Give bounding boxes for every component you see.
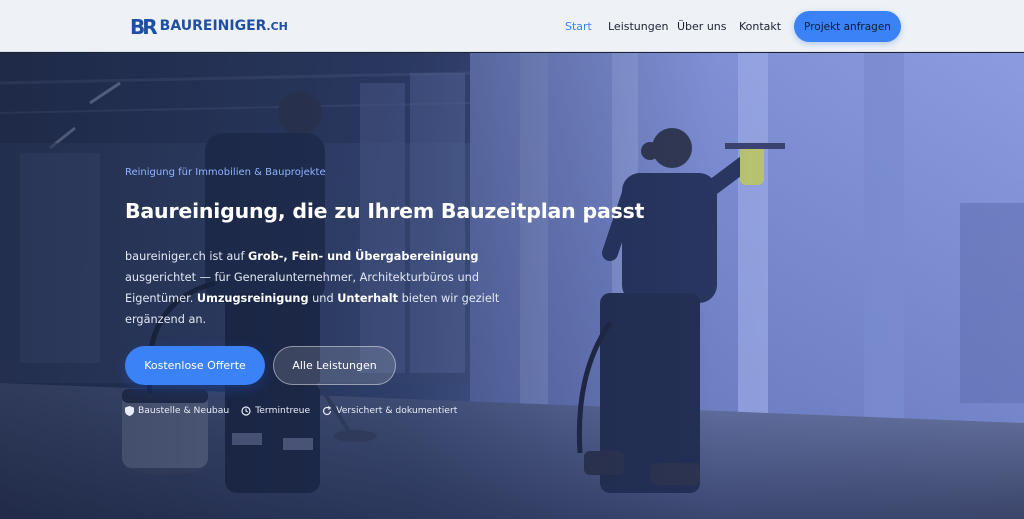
badge-insured: Versichert & dokumentiert (322, 405, 457, 416)
shield-icon (125, 405, 134, 416)
site-header: BR BAUREINIGER.CH Start Leistungen Über … (0, 0, 1024, 52)
lead-text-1: baureiniger.ch ist auf (125, 250, 249, 263)
project-request-button[interactable]: Projekt anfragen (794, 11, 901, 42)
lead-highlight-maintenance: Unterhalt (337, 292, 399, 305)
lead-highlight-move-cleaning: Umzugsreinigung (196, 292, 309, 305)
lead-highlight-cleaning-types: Grob-, Fein- und Übergabereinigung (248, 250, 479, 263)
badge-insured-label: Versichert & dokumentiert (336, 405, 458, 416)
badge-construction-label: Baustelle & Neubau (138, 405, 230, 416)
nav-leistungen[interactable]: Leistungen (608, 20, 668, 33)
nav-start[interactable]: Start (565, 20, 592, 33)
hero-eyebrow: Reinigung für Immobilien & Bauprojekte (125, 167, 326, 178)
badge-reliability-label: Termintreue (255, 405, 311, 416)
hero-lead: baureiniger.ch ist auf Grob-, Fein- und … (125, 246, 505, 330)
hero-section: Reinigung für Immobilien & Bauprojekte B… (0, 53, 1024, 519)
refresh-icon (323, 405, 332, 415)
free-quote-button[interactable]: Kostenlose Offerte (125, 346, 265, 385)
badge-reliability: Termintreue (241, 405, 310, 416)
nav-kontakt[interactable]: Kontakt (739, 20, 781, 33)
trust-badges: Baustelle & Neubau Termintreue Versicher… (125, 405, 469, 416)
hero-headline: Baureinigung, die zu Ihrem Bauzeitplan p… (125, 199, 645, 223)
nav-ueber-uns[interactable]: Über uns (677, 20, 727, 33)
lead-text-3: und (308, 292, 338, 305)
badge-construction: Baustelle & Neubau (125, 405, 229, 416)
all-services-button[interactable]: Alle Leistungen (273, 346, 396, 385)
clock-icon (241, 405, 251, 416)
